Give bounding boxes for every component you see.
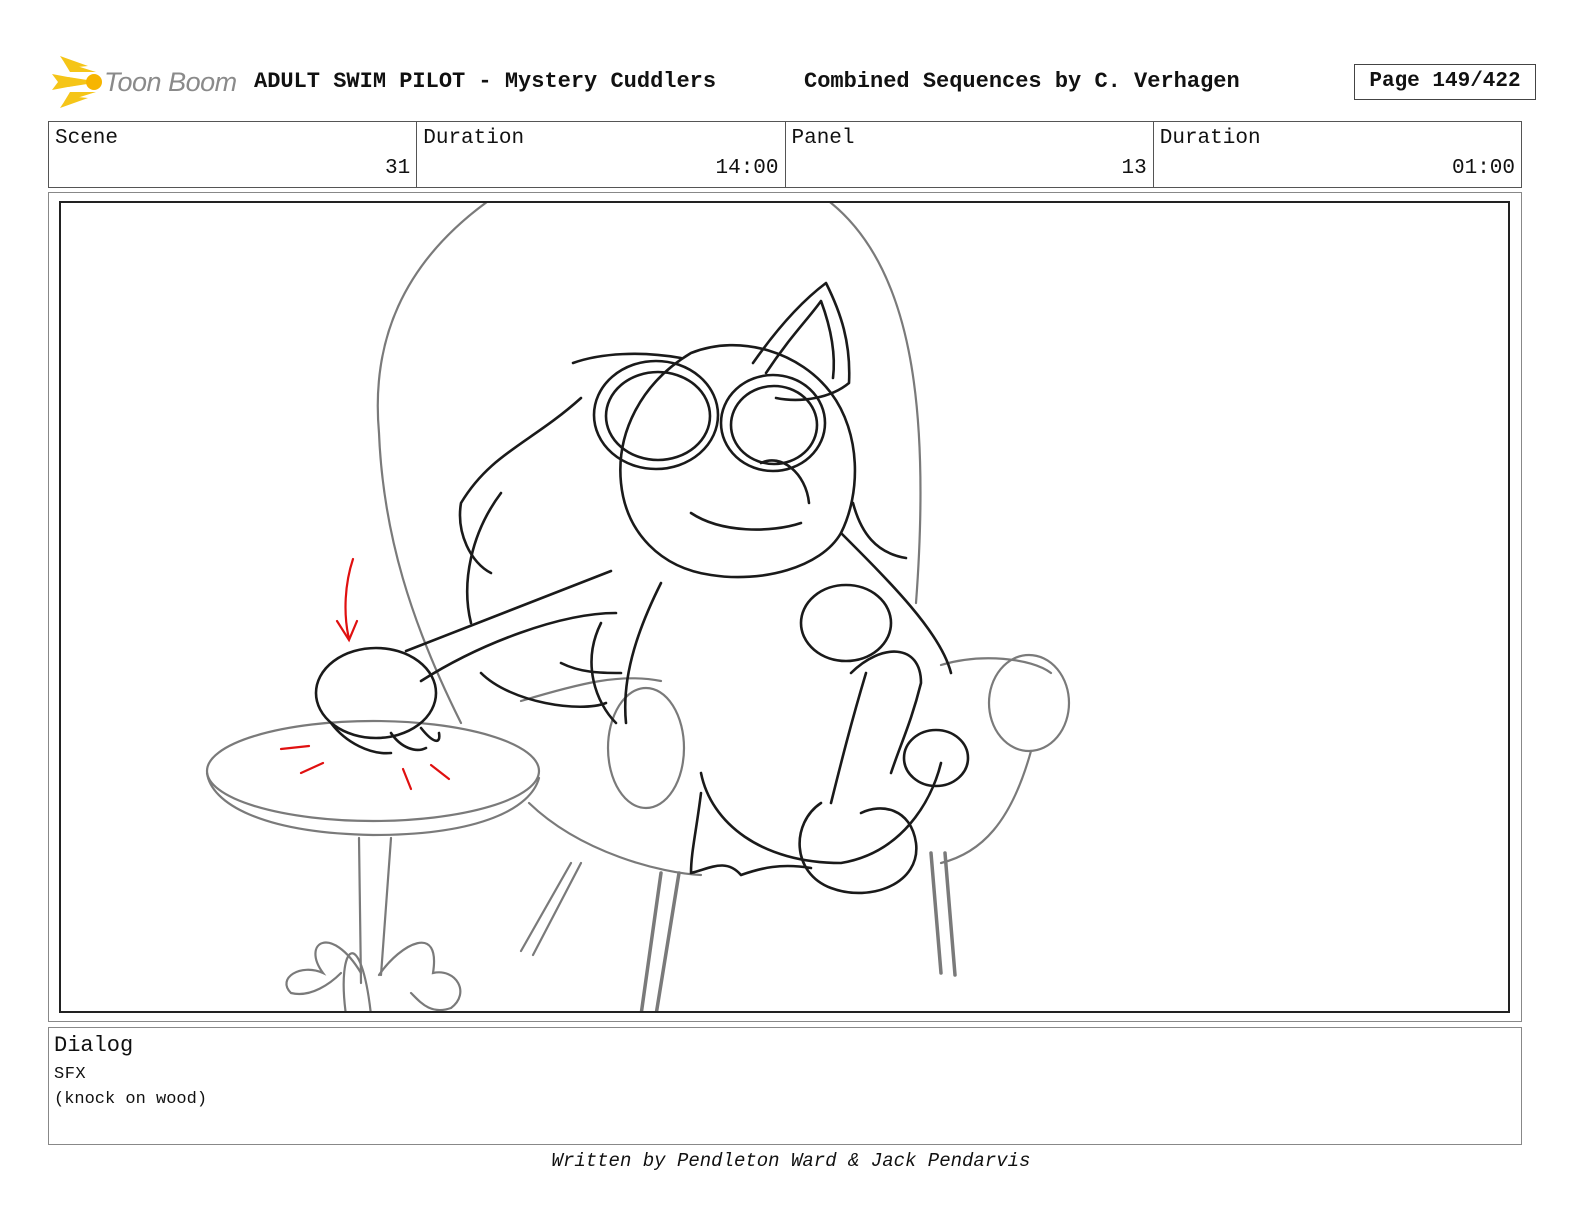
sun-burst-icon: [52, 56, 102, 108]
scene-duration-value: 14:00: [715, 157, 779, 180]
chair-arm-end: [987, 653, 1071, 753]
table-foot-center: [342, 952, 372, 1011]
panel-duration-label: Duration: [1159, 127, 1261, 150]
character-body: [623, 531, 953, 725]
storyboard-panel: [59, 201, 1510, 1013]
production-title: ADULT SWIM PILOT - Mystery Cuddlers: [254, 69, 717, 94]
chair-body-right: [939, 749, 1033, 865]
panel-sketch: [205, 203, 1071, 1011]
scene-value: 31: [385, 157, 411, 180]
chair-leg-right: [929, 851, 957, 977]
character-body-lower: [699, 761, 943, 865]
character-hair-left: [458, 396, 583, 575]
character-hair-strand: [465, 491, 503, 625]
sunglasses-right-inner: [729, 384, 819, 466]
character-arm: [404, 569, 618, 683]
impact-mark-1: [279, 744, 311, 751]
scene-duration-cell: Duration 14:00: [417, 122, 786, 187]
logo-wordmark: Toon Boom: [104, 67, 237, 97]
scene-duration-label: Duration: [423, 127, 525, 150]
character-hand-right: [799, 583, 893, 663]
chair-seat-front: [527, 801, 703, 877]
chair-back: [376, 203, 488, 725]
scene-label: Scene: [55, 127, 119, 150]
dialog-sfx-line: SFX: [54, 1065, 87, 1084]
toon-boom-logo: Toon Boom: [50, 56, 240, 108]
panel-duration-cell: Duration 01:00: [1154, 122, 1521, 187]
dialog-section: Dialog SFX (knock on wood): [48, 1027, 1522, 1145]
panel-cell: Panel 13: [786, 122, 1154, 187]
scene-info-row: Scene 31 Duration 14:00 Panel 13 Duratio…: [48, 121, 1522, 188]
character-smile: [689, 511, 803, 531]
impact-mark-3: [401, 767, 413, 791]
table-foot-right: [377, 941, 462, 1011]
sunglasses-left: [592, 359, 720, 471]
character-foot: [798, 801, 918, 895]
chair-arm-left: [606, 686, 686, 810]
panel-label: Panel: [791, 127, 855, 150]
page-header: Toon Boom ADULT SWIM PILOT - Mystery Cud…: [50, 52, 1540, 112]
impact-mark-2: [299, 761, 325, 775]
motion-arrow: [344, 557, 355, 641]
chair-armrest-right: [939, 657, 1053, 675]
storyboard-panel-frame: [48, 192, 1522, 1022]
character-hair-right: [851, 501, 908, 560]
character-skirt: [689, 791, 813, 877]
sunglasses-left-inner: [604, 370, 712, 462]
dialog-label: Dialog: [54, 1033, 134, 1058]
character-snout: [759, 459, 811, 505]
impact-mark-4: [429, 763, 451, 781]
scene-cell: Scene 31: [49, 122, 418, 187]
character-leg-knee: [849, 650, 923, 775]
sequence-subtitle: Combined Sequences by C. Verhagen: [804, 69, 1240, 94]
sunglasses-right: [719, 373, 827, 473]
page-number: Page 149/422: [1354, 64, 1536, 100]
chair-leg-left: [519, 861, 583, 957]
writer-credit: Written by Pendleton Ward & Jack Pendarv…: [551, 1150, 1031, 1172]
dialog-sound-description: (knock on wood): [54, 1090, 208, 1109]
panel-value: 13: [1121, 157, 1147, 180]
table-top: [205, 719, 541, 823]
table-leg: [357, 836, 393, 985]
table-edge: [205, 771, 541, 837]
character-fist: [314, 646, 438, 740]
character-ear-inner: [764, 299, 836, 380]
panel-duration-value: 01:00: [1451, 157, 1515, 180]
character-leg: [829, 671, 868, 805]
chair-leg-front: [639, 871, 681, 1011]
table-foot-left: [285, 941, 363, 996]
